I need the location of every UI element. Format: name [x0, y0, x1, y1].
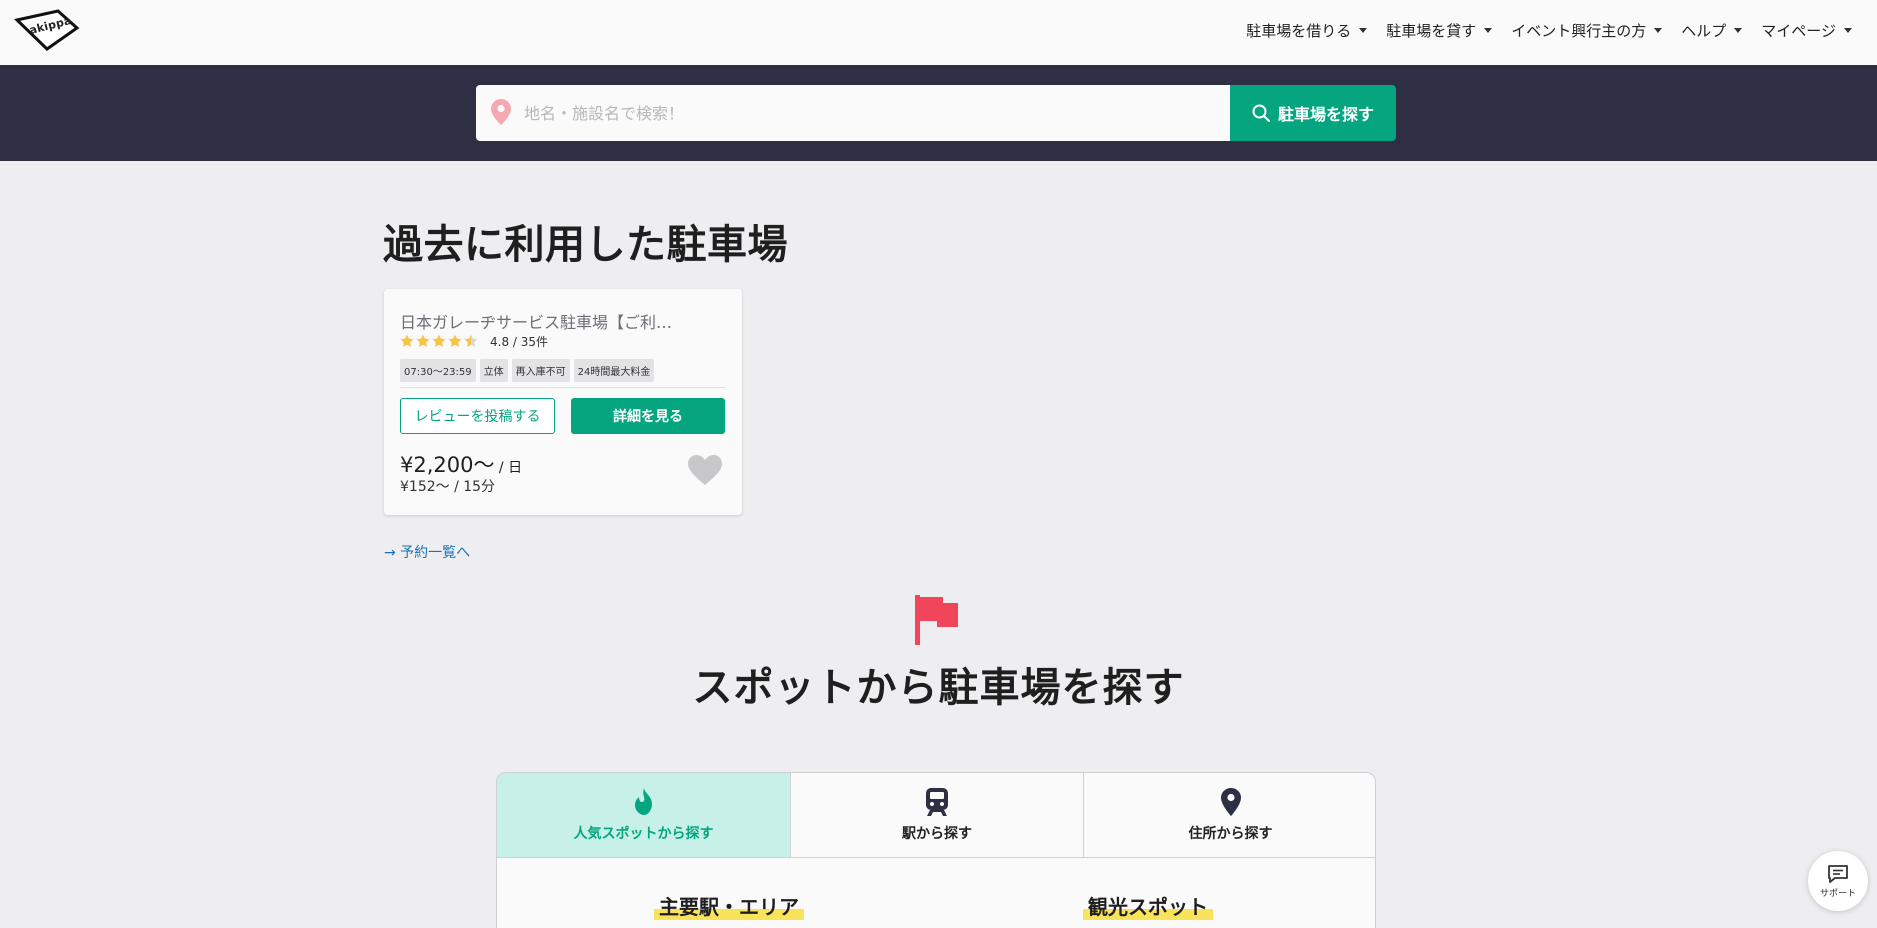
- search-icon: [1252, 104, 1270, 122]
- spot-search-heading: スポットから駐車場を探す: [692, 665, 1185, 711]
- daily-price-value: ¥2,200〜: [400, 453, 495, 477]
- star-full-icon: [448, 334, 462, 347]
- spot-search-panel: 人気スポットから探す 駅から探す 住所から探す 主要駅・エリア 観光スポット: [496, 772, 1376, 928]
- tag-hours: 07:30〜23:59: [400, 359, 476, 382]
- nav-event-organizers[interactable]: イベント興行主の方: [1511, 20, 1663, 41]
- past-parking-heading: 過去に利用した駐車場: [383, 222, 788, 268]
- tag-reentry: 再入庫不可: [511, 359, 570, 382]
- caret-down-icon: [1484, 28, 1493, 33]
- nav-label: 駐車場を貸す: [1386, 22, 1477, 40]
- support-label: サポート: [1819, 888, 1856, 899]
- flame-icon: [634, 788, 652, 815]
- nav-lend-parking[interactable]: 駐車場を貸す: [1386, 20, 1493, 41]
- main-nav: 駐車場を借りる 駐車場を貸す イベント興行主の方 ヘルプ マイページ: [1227, 20, 1852, 41]
- tab-address[interactable]: 住所から探す: [1084, 773, 1375, 858]
- train-icon: [926, 788, 948, 816]
- reservations-link[interactable]: → 予約一覧へ: [384, 542, 470, 562]
- major-areas-heading: 主要駅・エリア: [654, 891, 804, 920]
- nav-label: ヘルプ: [1681, 22, 1727, 40]
- akippa-logo[interactable]: akippa: [14, 8, 80, 52]
- search-input[interactable]: [524, 85, 1214, 141]
- star-half-icon: [464, 334, 478, 347]
- nav-label: 駐車場を借りる: [1246, 22, 1352, 40]
- tab-label: 駅から探す: [902, 826, 972, 842]
- search-button[interactable]: 駐車場を探す: [1230, 85, 1396, 141]
- card-divider: [400, 387, 726, 388]
- star-rating: [400, 334, 478, 348]
- star-full-icon: [400, 334, 414, 347]
- tab-label: 人気スポットから探す: [573, 826, 714, 842]
- tag-max-fee: 24時間最大料金: [573, 359, 655, 382]
- post-review-button[interactable]: レビューを投稿する: [400, 398, 555, 434]
- nav-label: イベント興行主の方: [1511, 22, 1647, 40]
- favorite-heart-icon[interactable]: [687, 454, 723, 486]
- caret-down-icon: [1654, 28, 1663, 33]
- tourist-spots-heading: 観光スポット: [1083, 891, 1213, 920]
- flag-icon: [915, 595, 958, 645]
- rating-summary: 4.8 / 35件: [490, 335, 549, 349]
- nav-mypage[interactable]: マイページ: [1761, 20, 1852, 41]
- interval-price: ¥152〜 / 15分: [400, 479, 496, 495]
- support-button[interactable]: サポート: [1808, 851, 1868, 911]
- view-details-button[interactable]: 詳細を見る: [571, 398, 725, 434]
- parking-card[interactable]: 日本ガレーヂサービス駐車場【ご利… 4.8 / 35件 07:30〜23:59 …: [384, 289, 742, 515]
- location-pin-icon: [1220, 788, 1241, 816]
- tab-stations[interactable]: 駅から探す: [791, 773, 1084, 858]
- star-full-icon: [432, 334, 446, 347]
- tab-popular-spots[interactable]: 人気スポットから探す: [497, 773, 791, 858]
- feature-tags: 07:30〜23:59 立体 再入庫不可 24時間最大料金: [400, 359, 655, 382]
- star-full-icon: [416, 334, 430, 347]
- search-button-label: 駐車場を探す: [1277, 105, 1374, 124]
- daily-price: ¥2,200〜 / 日: [400, 449, 522, 479]
- caret-down-icon: [1359, 28, 1368, 33]
- parking-name[interactable]: 日本ガレーヂサービス駐車場【ご利…: [400, 309, 730, 333]
- location-pin-icon: [491, 99, 511, 125]
- caret-down-icon: [1844, 28, 1852, 33]
- chat-bubble-icon: [1828, 864, 1848, 883]
- tab-label: 住所から探す: [1188, 826, 1273, 842]
- tag-structure: 立体: [479, 359, 508, 382]
- search-band: 駐車場を探す: [0, 65, 1877, 161]
- nav-help[interactable]: ヘルプ: [1681, 20, 1743, 41]
- nav-rent-parking[interactable]: 駐車場を借りる: [1246, 20, 1368, 41]
- nav-label: マイページ: [1761, 22, 1836, 40]
- search-box: [476, 85, 1230, 141]
- top-navigation-bar: akippa 駐車場を借りる 駐車場を貸す イベント興行主の方 ヘルプ マイペー…: [0, 0, 1877, 65]
- caret-down-icon: [1734, 28, 1743, 33]
- daily-price-unit: / 日: [494, 460, 523, 476]
